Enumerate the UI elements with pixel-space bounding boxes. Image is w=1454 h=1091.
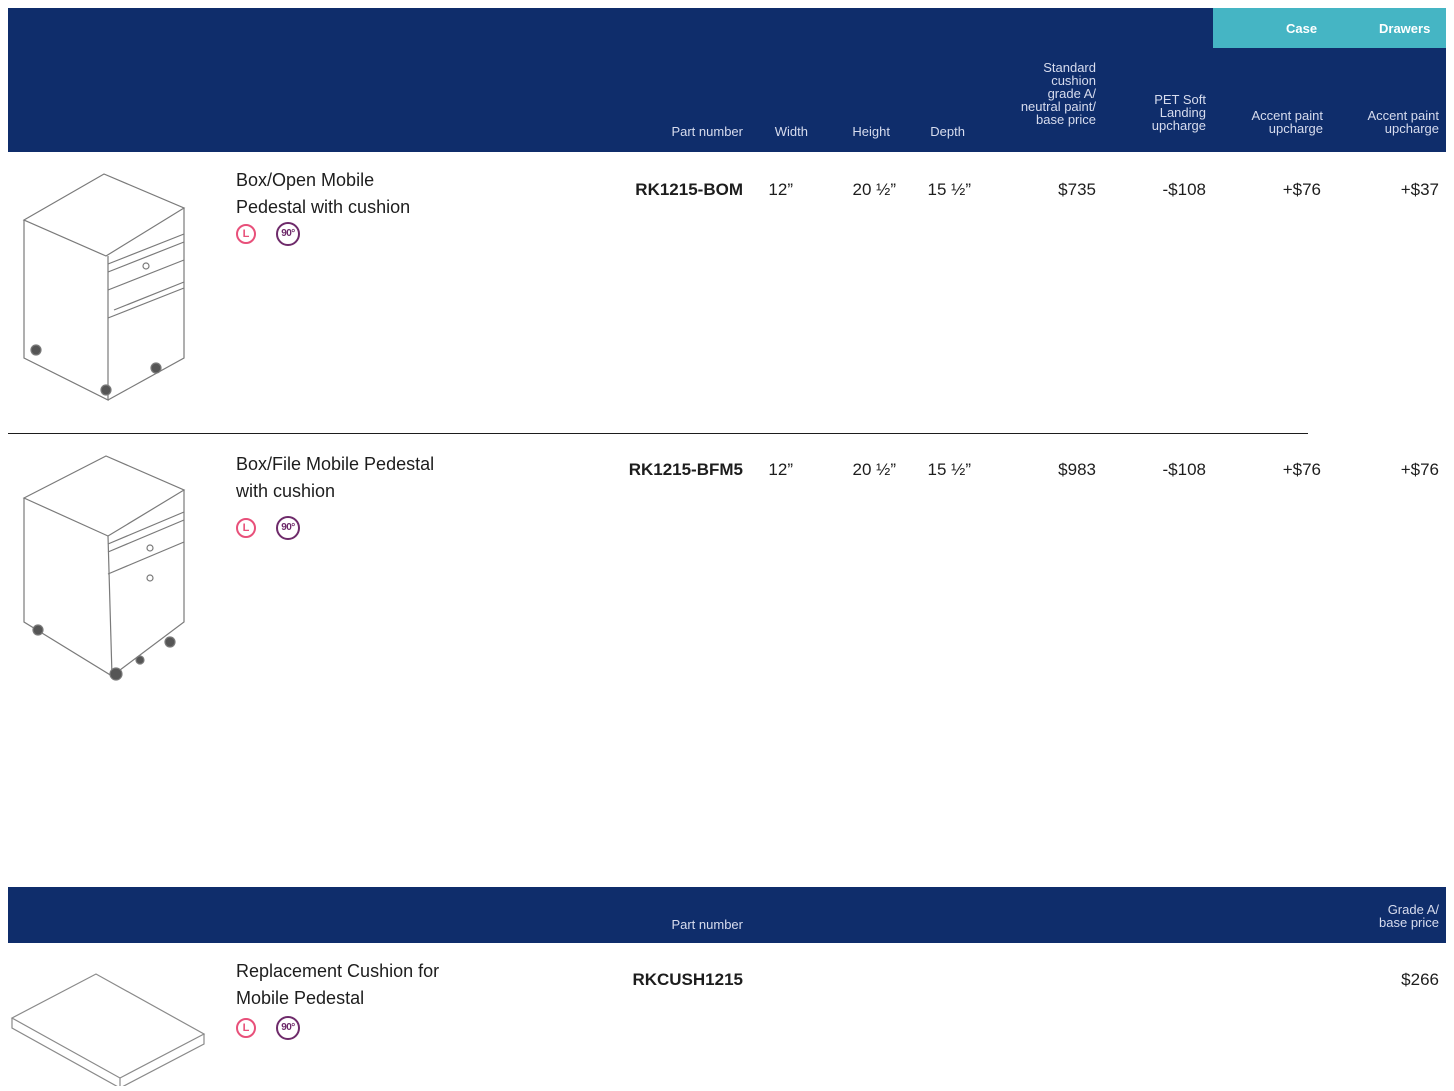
accent-drawers-value: +$37 (1400, 180, 1439, 199)
col-header-pet-soft-landing: PET Soft Landing upcharge (1151, 92, 1206, 133)
part-number: RKCUSH1215 (632, 970, 743, 989)
col-header-height: Height (852, 124, 890, 139)
base-price-value: $735 (1058, 180, 1096, 199)
row-divider (8, 433, 1308, 434)
width-value: 12” (768, 180, 793, 199)
height-value: 20 ½” (852, 180, 896, 199)
width-value: 12” (768, 460, 793, 479)
l-badge-icon: L (236, 1018, 256, 1038)
col-header-part-number: Part number (671, 124, 743, 139)
product-image-box-file-pedestal (16, 452, 196, 689)
drawers-header: Drawers (1379, 21, 1431, 36)
base-price-value: $983 (1058, 460, 1096, 479)
accent-drawers-value: +$76 (1400, 460, 1439, 479)
l-badge-icon: L (236, 518, 256, 538)
col-header-grade-a-price: Grade A/ base price (1379, 902, 1439, 930)
accent-case-value: +$76 (1282, 180, 1321, 199)
col-header-part-number: Part number (671, 917, 743, 932)
part-number: RK1215-BOM (635, 180, 743, 199)
col-header-width: Width (774, 124, 808, 139)
depth-value: 15 ½” (927, 180, 971, 199)
col-header-accent-drawers: Accent paint upcharge (1367, 108, 1439, 136)
pet-upcharge-value: -$108 (1162, 460, 1206, 479)
l-badge-icon: L (236, 224, 256, 244)
product-title: Box/File Mobile Pedestal with cushion (236, 454, 435, 501)
base-price-value: $266 (1401, 970, 1439, 989)
90-degree-badge-icon: 90° (276, 516, 300, 540)
product-image-box-open-pedestal (16, 168, 196, 409)
table-header-band-2 (8, 887, 1446, 943)
part-number: RK1215-BFM5 (628, 460, 743, 479)
90-degree-badge-icon: 90° (276, 222, 300, 246)
col-header-standard-price: Standard cushion grade A/ neutral paint/… (1020, 60, 1096, 127)
product-title: Replacement Cushion for Mobile Pedestal (236, 961, 440, 1008)
accent-case-value: +$76 (1282, 460, 1321, 479)
col-header-depth: Depth (930, 124, 965, 139)
90-degree-badge-icon: 90° (276, 1016, 300, 1040)
pet-upcharge-value: -$108 (1162, 180, 1206, 199)
product-image-cushion (8, 970, 208, 1091)
height-value: 20 ½” (852, 460, 896, 479)
depth-value: 15 ½” (927, 460, 971, 479)
col-header-accent-case: Accent paint upcharge (1251, 108, 1323, 136)
product-title: Box/Open Mobile Pedestal with cushion (236, 170, 411, 217)
case-header: Case (1286, 21, 1318, 36)
